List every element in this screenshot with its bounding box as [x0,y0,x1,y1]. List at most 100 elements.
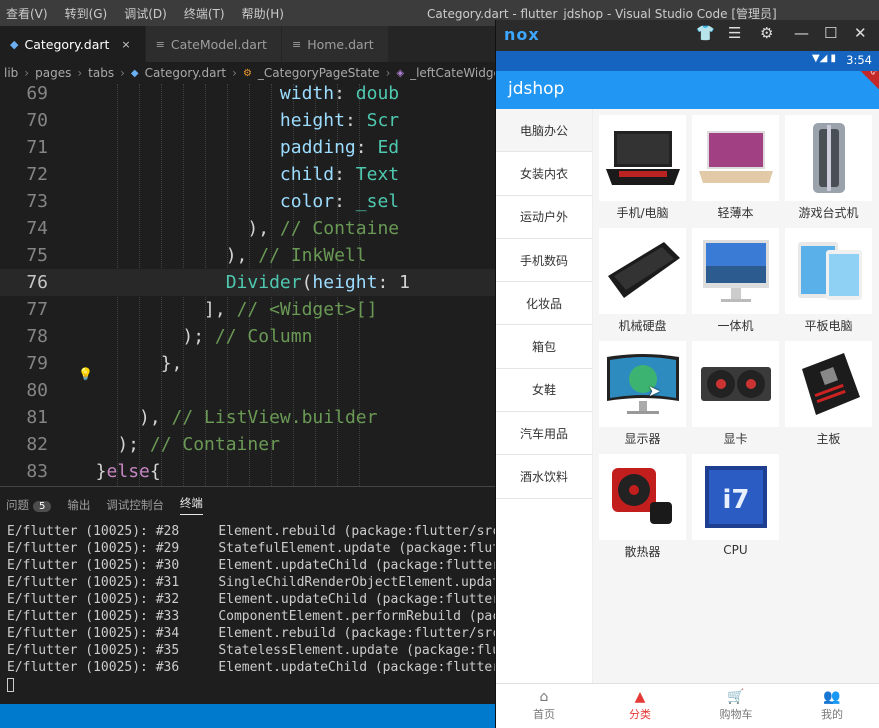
nox-toolbar: nox 👕 ☰ ⚙ — ☐ ✕ [496,20,879,51]
app-bar: jdshop DEBUG [496,71,879,109]
gaming-desktop-image [785,115,872,201]
minimize-icon[interactable]: — [794,24,809,42]
terminal-line: E/flutter (10025): #34 Element.rebuild (… [7,626,555,641]
line-number: 77 [26,299,48,320]
nav-category[interactable]: ▲ 分类 [592,684,688,728]
product-item[interactable]: 平板电脑 [785,228,872,334]
code-line: 82 ); // Container [0,431,497,458]
menu-help[interactable]: 帮助(H) [242,5,284,22]
nav-me[interactable]: 👥 我的 [784,684,879,728]
code-line: 71 padding: Ed [0,134,497,161]
category-item[interactable]: 女鞋 [496,369,592,413]
product-item[interactable]: 主板 [785,341,872,447]
tab-label: Category.dart [24,36,110,52]
product-item[interactable]: 显示器 [599,341,686,447]
svg-text:i7: i7 [722,485,749,515]
tab-problems[interactable]: 问题 5 [6,497,52,513]
close-icon[interactable]: ✕ [854,24,867,42]
breadcrumb-item[interactable]: lib [4,66,18,80]
line-number: 72 [26,164,48,185]
gaming-laptop-image [599,115,686,201]
code-line: 69 width: doub [0,84,497,107]
tab-category-dart[interactable]: ◆ Category.dart × [0,26,146,62]
product-label: 散热器 [624,545,661,559]
breadcrumb-item[interactable]: Category.dart [145,66,227,80]
signal-icon: ▼◢ ▮ [811,53,836,64]
all-in-one-pc-image [692,228,779,314]
category-item[interactable]: 女装内衣 [496,152,592,196]
code-line: 81 ), // ListView.builder [0,404,497,431]
line-number: 80 [26,380,48,401]
menu-view[interactable]: 查看(V) [6,5,48,22]
terminal-output[interactable]: E/flutter (10025): #28 Element.rebuild (… [0,523,555,692]
product-label: 轻薄本 [717,206,754,220]
terminal-line: E/flutter (10025): #33 ComponentElement.… [7,609,555,624]
product-item[interactable]: 游戏台式机 [785,115,872,221]
product-item[interactable]: 一体机 [692,228,779,334]
breadcrumb-item[interactable]: tabs [88,66,114,80]
nox-logo: nox [504,25,540,44]
code-text: ), // ListView.builder [74,407,378,428]
product-label: 游戏台式机 [798,206,859,220]
code-text: ), // Containe [74,218,400,239]
category-item[interactable]: 箱包 [496,325,592,369]
category-item[interactable]: 汽车用品 [496,412,592,456]
clock: 3:54 [846,53,872,67]
home-icon: ⌂ [539,689,549,705]
line-number: 78 [26,326,48,347]
status-bar [0,704,497,728]
line-number: 82 [26,434,48,455]
terminal-cursor [7,678,14,692]
tab-catemodel-dart[interactable]: ≡ CateModel.dart [145,26,282,62]
product-label: 平板电脑 [804,319,853,333]
product-item[interactable]: 显卡 [692,341,779,447]
code-line: 78 ); // Column [0,323,497,350]
product-item[interactable]: i7 CPU [692,454,779,557]
mechanical-keyboard-image [599,228,686,314]
category-item[interactable]: 运动户外 [496,196,592,239]
breadcrumb-item[interactable]: _leftCateWidget [410,66,497,80]
code-line: 74 ), // Containe [0,215,497,242]
tablet-image [785,228,872,314]
product-item[interactable]: 手机/电脑 [599,115,686,221]
close-icon[interactable]: × [121,38,130,51]
tab-debug-console[interactable]: 调试控制台 [106,497,164,513]
product-grid: 手机/电脑 轻薄本 游戏台式机 机械硬盘 一体机 平板电脑 显示器 显卡 主板 … [593,109,879,683]
product-label: 机械硬盘 [618,319,667,333]
nav-cart[interactable]: 🛒 购物车 [688,684,784,728]
lightbulb-icon[interactable]: 💡 [78,367,93,381]
menu-terminal[interactable]: 终端(T) [184,5,225,22]
method-icon: ◈ [396,67,405,79]
shirt-icon[interactable]: 👕 [696,24,715,42]
category-item[interactable]: 电脑办公 [496,109,592,153]
code-text: ], // <Widget>[] [74,299,378,320]
category-item[interactable]: 酒水饮料 [496,455,592,499]
terminal-line: E/flutter (10025): #29 StatefulElement.u… [7,541,555,556]
breadcrumb-item[interactable]: pages [35,66,71,80]
menu-debug[interactable]: 调试(D) [124,5,167,22]
tab-home-dart[interactable]: ≡ Home.dart [281,26,389,62]
category-item[interactable]: 化妆品 [496,282,592,326]
product-item[interactable]: 散热器 [599,454,686,560]
code-line: 76 Divider(height: 1 [0,269,497,296]
breadcrumb-item[interactable]: _CategoryPageState [258,66,380,80]
nav-home[interactable]: ⌂ 首页 [496,684,592,728]
nox-emulator-window: nox 👕 ☰ ⚙ — ☐ ✕ ▼◢ ▮ 3:54 jdshop DEBUG 电… [495,20,879,728]
product-item[interactable]: 轻薄本 [692,115,779,221]
line-number: 76 [26,272,48,293]
category-item[interactable]: 手机数码 [496,239,592,283]
tab-label: Home.dart [307,36,374,52]
problems-count-badge: 5 [33,501,52,512]
code-text: height: Scr [279,110,400,131]
menu-goto[interactable]: 转到(G) [65,5,108,22]
code-editor[interactable]: 69 width: doub 70 height: Scr 71 padding: … [0,84,497,486]
menu-icon[interactable]: ☰ [728,24,741,42]
tab-output[interactable]: 输出 [67,497,90,513]
gear-icon[interactable]: ⚙ [760,24,773,42]
product-item[interactable]: 机械硬盘 [599,228,686,334]
maximize-icon[interactable]: ☐ [824,24,837,42]
line-number: 81 [26,407,48,428]
line-number: 83 [26,461,48,482]
code-text: }else{ [74,461,161,482]
tab-terminal[interactable]: 终端 [179,495,203,515]
